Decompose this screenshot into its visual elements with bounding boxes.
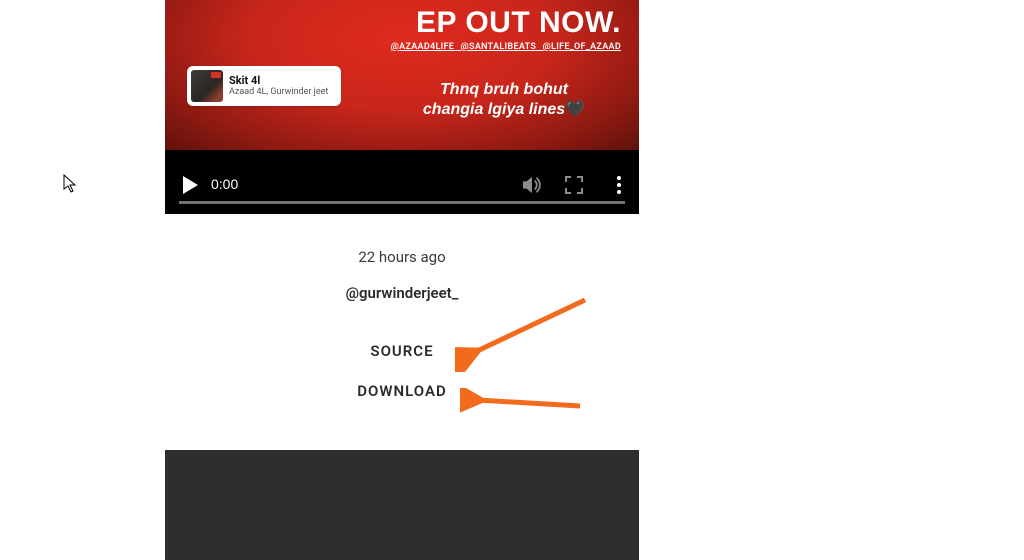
post-author-handle[interactable]: @gurwinderjeet_ bbox=[165, 284, 639, 302]
ep-title: EP OUT NOW. bbox=[165, 6, 621, 40]
source-link[interactable]: SOURCE bbox=[165, 342, 639, 360]
video-player[interactable]: EP OUT NOW. @AZAAD4LIFE @SANTALIBEATS @L… bbox=[165, 0, 639, 214]
caption-line-1: Thnq bruh bohut bbox=[440, 81, 568, 98]
mouse-cursor bbox=[63, 174, 79, 194]
next-media-block[interactable] bbox=[165, 450, 639, 560]
ep-tag-handles: @AZAAD4LIFE @SANTALIBEATS @LIFE_OF_AZAAD bbox=[165, 42, 621, 52]
caption-line-2: changia lgiya lines bbox=[423, 101, 565, 118]
video-controls-bar: 0:00 bbox=[165, 154, 639, 214]
track-artwork bbox=[191, 70, 223, 102]
volume-icon[interactable] bbox=[521, 176, 543, 194]
video-timecode: 0:00 bbox=[211, 176, 238, 192]
video-progress-bar[interactable] bbox=[179, 201, 625, 204]
video-frame-content: EP OUT NOW. @AZAAD4LIFE @SANTALIBEATS @L… bbox=[165, 0, 639, 150]
story-caption: Thnq bruh bohut changia lgiya lines🖤 bbox=[399, 80, 609, 120]
track-title: Skit 4l bbox=[229, 75, 328, 88]
music-track-card: Skit 4l Azaad 4L, Gurwinder jeet bbox=[187, 66, 341, 106]
download-link[interactable]: DOWNLOAD bbox=[165, 382, 639, 400]
play-icon[interactable] bbox=[183, 176, 198, 194]
heart-icon: 🖤 bbox=[565, 101, 585, 118]
post-timestamp: 22 hours ago bbox=[165, 248, 639, 266]
fullscreen-icon[interactable] bbox=[565, 176, 583, 194]
track-artist: Azaad 4L, Gurwinder jeet bbox=[229, 87, 328, 97]
more-options-icon[interactable] bbox=[617, 176, 621, 194]
post-meta: 22 hours ago @gurwinderjeet_ SOURCE DOWN… bbox=[165, 248, 639, 422]
